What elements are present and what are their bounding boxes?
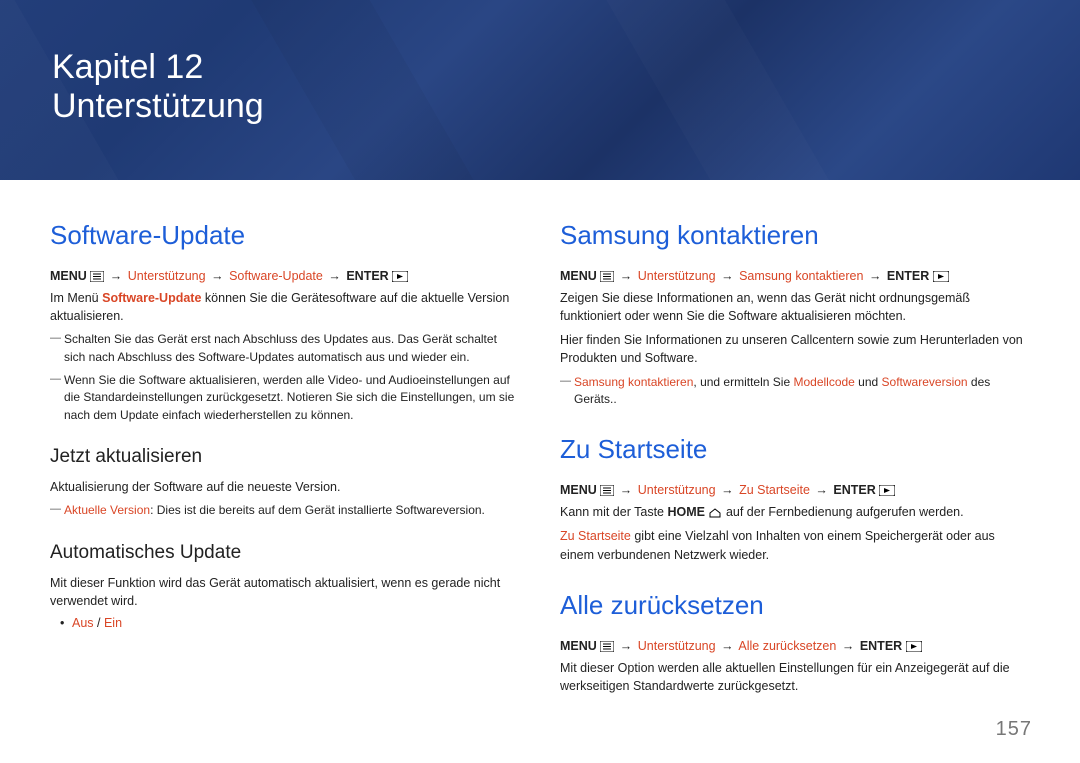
heading-software-update: Software-Update — [50, 220, 520, 251]
text-highlight: Modellcode — [793, 375, 854, 389]
path-seg: Software-Update — [229, 269, 323, 283]
arrow-icon: → — [719, 269, 736, 283]
heading-zu-startseite: Zu Startseite — [560, 434, 1030, 465]
arrow-icon: → — [813, 483, 830, 497]
text: auf der Fernbedienung aufgerufen werden. — [726, 505, 964, 519]
text-highlight: Zu Startseite — [560, 529, 631, 543]
arrow-icon: → — [326, 269, 343, 283]
text: : Dies ist die bereits auf dem Gerät ins… — [150, 503, 485, 517]
menu-icon — [600, 485, 614, 496]
text: , und ermitteln Sie — [693, 375, 793, 389]
enter-icon — [392, 271, 408, 282]
heading-jetzt-aktualisieren: Jetzt aktualisieren — [50, 446, 520, 468]
nav-path-alle-zuruecksetzen: MENU → Unterstützung → Alle zurücksetzen… — [560, 639, 1030, 653]
text: Mit dieser Funktion wird das Gerät autom… — [50, 574, 520, 610]
arrow-icon: → — [719, 639, 736, 653]
path-seg: Unterstützung — [128, 269, 206, 283]
section-alle-zuruecksetzen: Alle zurücksetzen MENU → Unterstützung →… — [560, 590, 1030, 695]
option-list: Aus / Ein — [50, 616, 520, 630]
note: Aktuelle Version: Dies ist die bereits a… — [50, 502, 520, 519]
section-samsung-kontaktieren: Samsung kontaktieren MENU → Unterstützun… — [560, 220, 1030, 408]
banner-title: Kapitel 12 Unterstützung — [0, 0, 1080, 126]
home-key-label: HOME — [667, 505, 705, 519]
text-highlight: Aktuelle Version — [64, 503, 150, 517]
path-menu-label: MENU — [560, 483, 597, 497]
text-highlight: Softwareversion — [882, 375, 968, 389]
menu-icon — [90, 271, 104, 282]
text: Kann mit der Taste HOME auf der Fernbedi… — [560, 503, 1030, 521]
path-menu-label: MENU — [560, 269, 597, 283]
page-number: 157 — [996, 718, 1032, 741]
heading-alle-zuruecksetzen: Alle zurücksetzen — [560, 590, 1030, 621]
heading-samsung-kontaktieren: Samsung kontaktieren — [560, 220, 1030, 251]
nav-path-zu-startseite: MENU → Unterstützung → Zu Startseite → E… — [560, 483, 1030, 497]
arrow-icon: → — [108, 269, 125, 283]
enter-icon — [906, 641, 922, 652]
path-enter-label: ENTER — [887, 269, 929, 283]
option-ein: Ein — [104, 616, 122, 630]
arrow-icon: → — [209, 269, 226, 283]
chapter-number: Kapitel 12 — [52, 48, 1080, 87]
text-highlight: Software-Update — [102, 291, 201, 305]
home-icon — [708, 507, 722, 518]
path-seg: Samsung kontaktieren — [739, 269, 863, 283]
note: Samsung kontaktieren, und ermitteln Sie … — [560, 374, 1030, 409]
path-menu-label: MENU — [560, 639, 597, 653]
chapter-banner: Kapitel 12 Unterstützung — [0, 0, 1080, 180]
heading-automatisches-update: Automatisches Update — [50, 542, 520, 564]
left-column: Software-Update MENU → Unterstützung → S… — [50, 220, 520, 721]
note: Wenn Sie die Software aktualisieren, wer… — [50, 372, 520, 424]
text: Im Menü — [50, 291, 102, 305]
path-seg: Unterstützung — [638, 639, 716, 653]
path-enter-label: ENTER — [860, 639, 902, 653]
text: Kann mit der Taste — [560, 505, 667, 519]
nav-path-software-update: MENU → Unterstützung → Software-Update →… — [50, 269, 520, 283]
text-highlight: Samsung kontaktieren — [574, 375, 693, 389]
software-update-intro: Im Menü Software-Update können Sie die G… — [50, 289, 520, 325]
text: Mit dieser Option werden alle aktuellen … — [560, 659, 1030, 695]
enter-icon — [933, 271, 949, 282]
option-aus: Aus — [72, 616, 94, 630]
arrow-icon: → — [618, 639, 635, 653]
text: Zu Startseite gibt eine Vielzahl von Inh… — [560, 527, 1030, 563]
path-enter-label: ENTER — [833, 483, 875, 497]
menu-icon — [600, 641, 614, 652]
text: Zeigen Sie diese Informationen an, wenn … — [560, 289, 1030, 325]
arrow-icon: → — [618, 483, 635, 497]
path-seg: Alle zurücksetzen — [738, 639, 836, 653]
content: Software-Update MENU → Unterstützung → S… — [0, 180, 1080, 721]
section-zu-startseite: Zu Startseite MENU → Unterstützung → Zu … — [560, 434, 1030, 563]
text: und — [855, 375, 882, 389]
arrow-icon: → — [840, 639, 857, 653]
arrow-icon: → — [618, 269, 635, 283]
text: Aktualisierung der Software auf die neue… — [50, 478, 520, 496]
path-seg: Zu Startseite — [739, 483, 810, 497]
nav-path-samsung-kontaktieren: MENU → Unterstützung → Samsung kontaktie… — [560, 269, 1030, 283]
option-sep: / — [94, 616, 104, 630]
text: Hier finden Sie Informationen zu unseren… — [560, 331, 1030, 367]
path-menu-label: MENU — [50, 269, 87, 283]
right-column: Samsung kontaktieren MENU → Unterstützun… — [560, 220, 1030, 721]
path-seg: Unterstützung — [638, 269, 716, 283]
arrow-icon: → — [867, 269, 884, 283]
chapter-name: Unterstützung — [52, 87, 1080, 126]
arrow-icon: → — [719, 483, 736, 497]
menu-icon — [600, 271, 614, 282]
path-enter-label: ENTER — [346, 269, 388, 283]
page: Kapitel 12 Unterstützung Software-Update… — [0, 0, 1080, 763]
enter-icon — [879, 485, 895, 496]
note: Schalten Sie das Gerät erst nach Abschlu… — [50, 331, 520, 366]
path-seg: Unterstützung — [638, 483, 716, 497]
